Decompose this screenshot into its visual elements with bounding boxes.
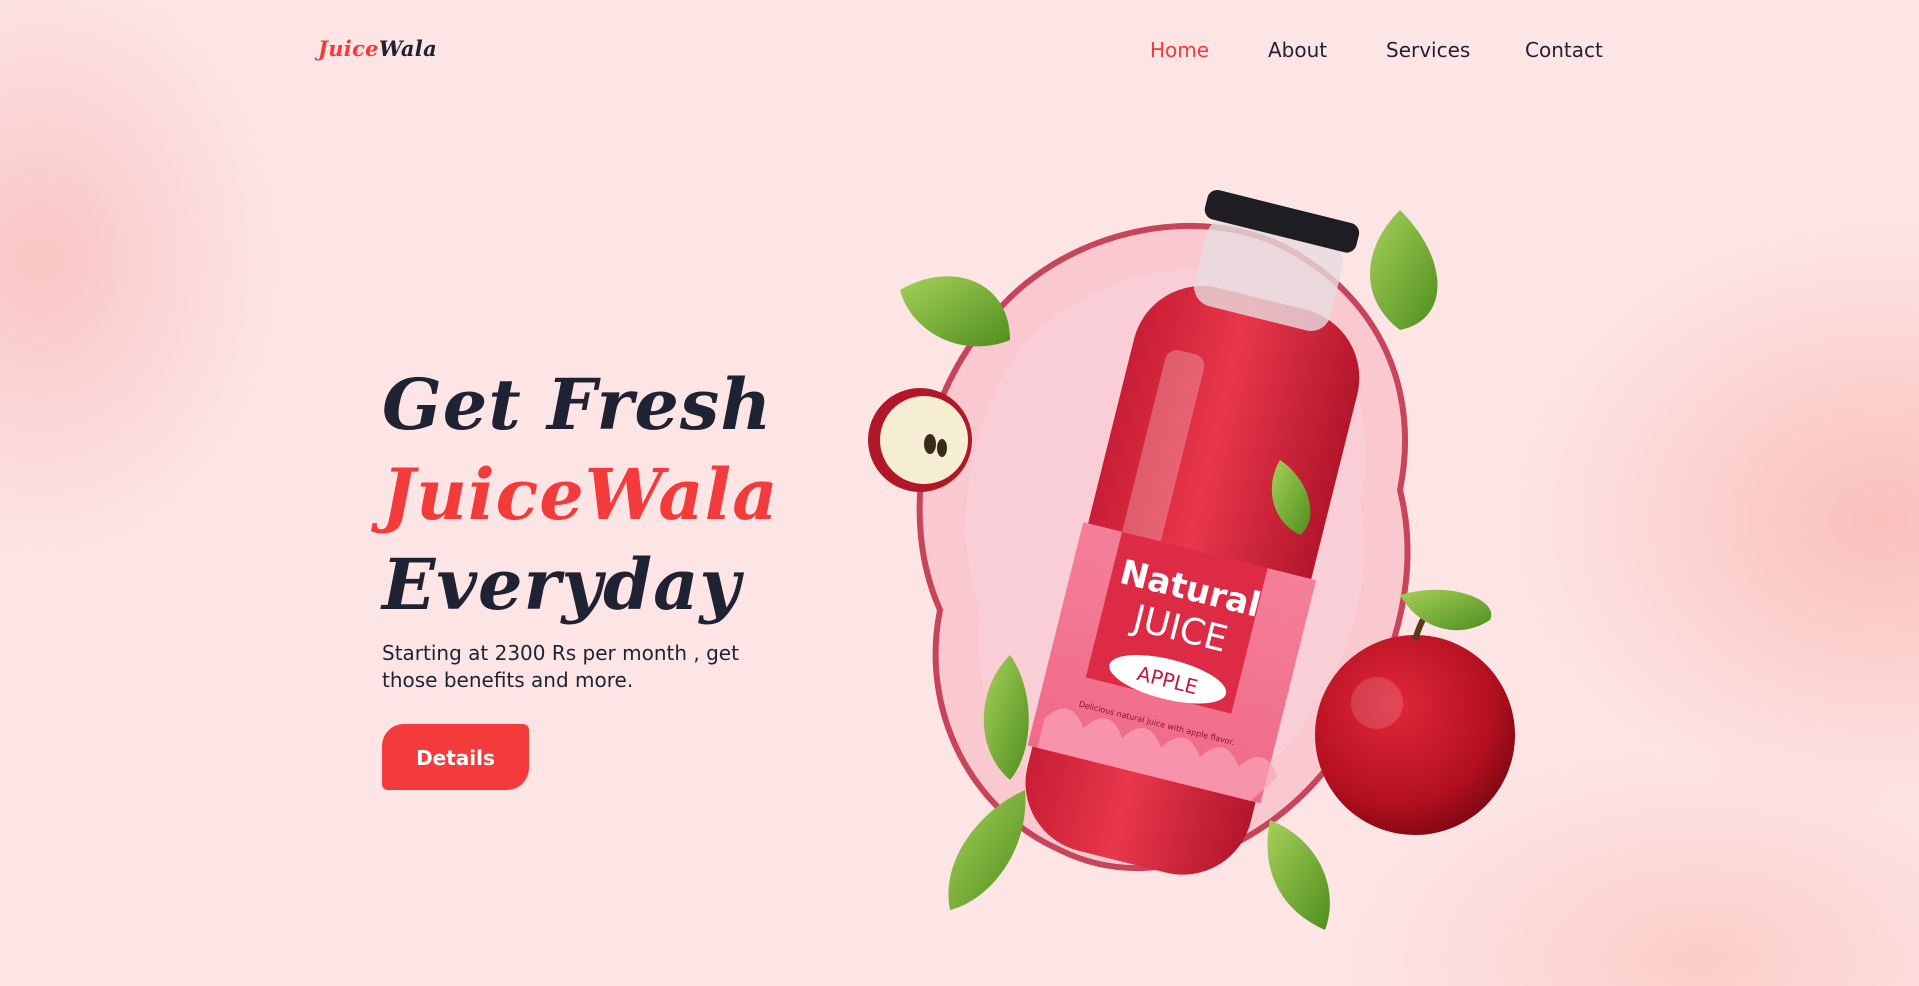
logo[interactable]: JuiceWala — [318, 36, 437, 61]
headline-brand: JuiceWala — [382, 453, 779, 536]
nav-item-home[interactable]: Home — [1150, 38, 1209, 62]
hero-image: Natural JUICE APPLE Delicious natural ju… — [868, 189, 1515, 930]
apple-half — [868, 388, 972, 492]
details-button[interactable]: Details — [382, 724, 529, 790]
hero-section: Get Fresh JuiceWala Everyday Starting at… — [382, 360, 842, 790]
juice-bottle-illustration: Natural JUICE APPLE Delicious natural ju… — [860, 189, 1520, 950]
nav-item-contact[interactable]: Contact — [1525, 38, 1603, 62]
headline-line-1: Get Fresh — [382, 363, 773, 446]
hero-subtitle: Starting at 2300 Rs per month , get thos… — [382, 641, 739, 692]
navbar: JuiceWala Home About Services Contact — [0, 0, 1919, 100]
logo-part-juice: Juice — [318, 36, 379, 61]
nav-item-services[interactable]: Services — [1386, 38, 1470, 62]
logo-part-wala: Wala — [378, 36, 437, 61]
headline-line-3: Everyday — [382, 543, 742, 626]
nav-item-about[interactable]: About — [1268, 38, 1327, 62]
